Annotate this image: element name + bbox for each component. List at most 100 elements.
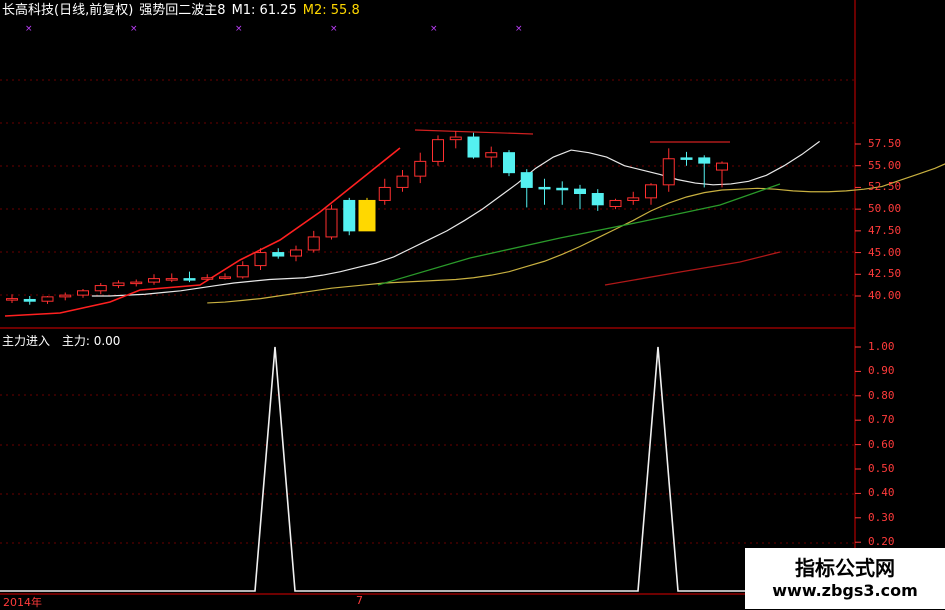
indicator-tick-label: 0.30 xyxy=(868,510,895,524)
marker-x: × xyxy=(25,24,33,34)
candle-body xyxy=(467,136,480,158)
candle xyxy=(716,161,728,188)
indicator-tick-label: 0.50 xyxy=(868,462,895,475)
candle-body xyxy=(574,188,586,195)
candle xyxy=(627,191,640,205)
candle xyxy=(59,292,72,301)
marker-x: × xyxy=(130,24,138,34)
candle xyxy=(609,198,622,210)
candle-body xyxy=(485,152,498,158)
ma-red-short-line xyxy=(4,147,401,317)
price-tick-label: 57.50 xyxy=(868,137,902,150)
candle-body xyxy=(662,158,675,186)
chart-canvas: × × × × × × xyxy=(0,0,945,609)
indicator-tick-label: 0.20 xyxy=(868,535,895,549)
candle xyxy=(396,170,409,192)
candle-body xyxy=(325,208,338,238)
candle xyxy=(467,132,480,159)
candle-body xyxy=(165,278,178,281)
candle xyxy=(432,135,444,166)
marker-x: × xyxy=(235,24,243,34)
candle-body xyxy=(432,139,444,162)
indicator-tick-label: 0.40 xyxy=(868,486,895,500)
candle xyxy=(485,146,498,168)
candle-body xyxy=(520,172,533,188)
candle-body xyxy=(236,265,249,278)
indicator-tick-label: 0.60 xyxy=(868,437,895,451)
candle xyxy=(325,204,338,240)
candle-body xyxy=(94,285,107,292)
watermark-url: www.zbgs3.com xyxy=(772,581,918,600)
candle-body xyxy=(591,193,604,206)
candle xyxy=(662,148,675,192)
m2-value: M2: 55.8 xyxy=(302,3,360,18)
candle-body xyxy=(556,187,569,191)
candle xyxy=(219,273,231,280)
candle-body xyxy=(609,199,622,208)
candle xyxy=(591,189,604,211)
candle xyxy=(358,197,376,232)
candle xyxy=(112,280,125,289)
chart-header: 长高科技(日线,前复权) 强势回二波主8 M1: 61.25 M2: 55.8 xyxy=(2,3,366,18)
candle-body xyxy=(254,252,267,267)
indicator-title: 主力进入 xyxy=(2,334,51,348)
watermark-title: 指标公式网 xyxy=(795,556,895,580)
watermark: 指标公式网 www.zbgs3.com xyxy=(745,548,945,609)
candle xyxy=(94,282,107,295)
date-mid: 7 xyxy=(356,594,363,607)
candle-body xyxy=(272,252,285,257)
price-tick-label: 40.00 xyxy=(868,289,902,302)
candle-body xyxy=(627,197,640,201)
ma-yellow-line xyxy=(207,163,945,304)
candle-body xyxy=(77,290,89,296)
marker-x: × xyxy=(430,24,438,34)
candle-body xyxy=(680,157,693,160)
candle-body xyxy=(343,199,356,232)
candle-body xyxy=(698,157,711,164)
indicator-value: 主力: 0.00 xyxy=(61,334,121,348)
candle xyxy=(343,197,356,236)
candle-body xyxy=(716,162,728,171)
indicator-tick-label: 1.00 xyxy=(868,340,895,353)
candle-body xyxy=(538,186,551,190)
candle xyxy=(165,273,178,283)
candle xyxy=(538,178,551,205)
candle-body xyxy=(503,152,515,174)
candle xyxy=(77,289,89,298)
candle xyxy=(236,261,249,279)
candle-body xyxy=(148,278,160,283)
indicator-tick-label: 0.90 xyxy=(868,364,895,378)
m1-value: M1: 61.25 xyxy=(231,3,297,18)
candle xyxy=(378,178,391,205)
candle xyxy=(201,274,214,281)
price-tick-label: 45.00 xyxy=(868,245,902,259)
candle-body xyxy=(219,276,231,279)
stock-title: 长高科技(日线,前复权) xyxy=(2,3,134,18)
ma-red-line xyxy=(604,251,781,286)
marker-x: × xyxy=(330,24,338,34)
candle xyxy=(698,155,711,188)
candle-body xyxy=(23,298,36,302)
candle-body xyxy=(130,281,143,285)
candle-body xyxy=(183,278,196,281)
candle-body xyxy=(59,294,72,298)
price-tick-label: 55.00 xyxy=(868,158,902,172)
candle xyxy=(449,130,462,149)
ma-white-line xyxy=(91,140,820,297)
formula-name: 强势回二波主8 xyxy=(139,3,226,18)
price-tick-label: 52.50 xyxy=(868,180,902,194)
candle xyxy=(574,184,586,210)
candle xyxy=(130,279,143,287)
candle xyxy=(520,169,533,208)
indicator-tick-label: 0.70 xyxy=(868,413,895,427)
candle xyxy=(41,296,54,304)
candle-body xyxy=(378,186,391,201)
candle xyxy=(503,150,515,177)
candle xyxy=(556,181,569,205)
candle xyxy=(307,230,320,253)
date-start: 2014年 xyxy=(3,596,42,609)
price-tick-label: 47.50 xyxy=(868,223,902,237)
candle xyxy=(148,274,160,285)
candle-body xyxy=(396,175,409,188)
candle-body xyxy=(449,136,462,141)
